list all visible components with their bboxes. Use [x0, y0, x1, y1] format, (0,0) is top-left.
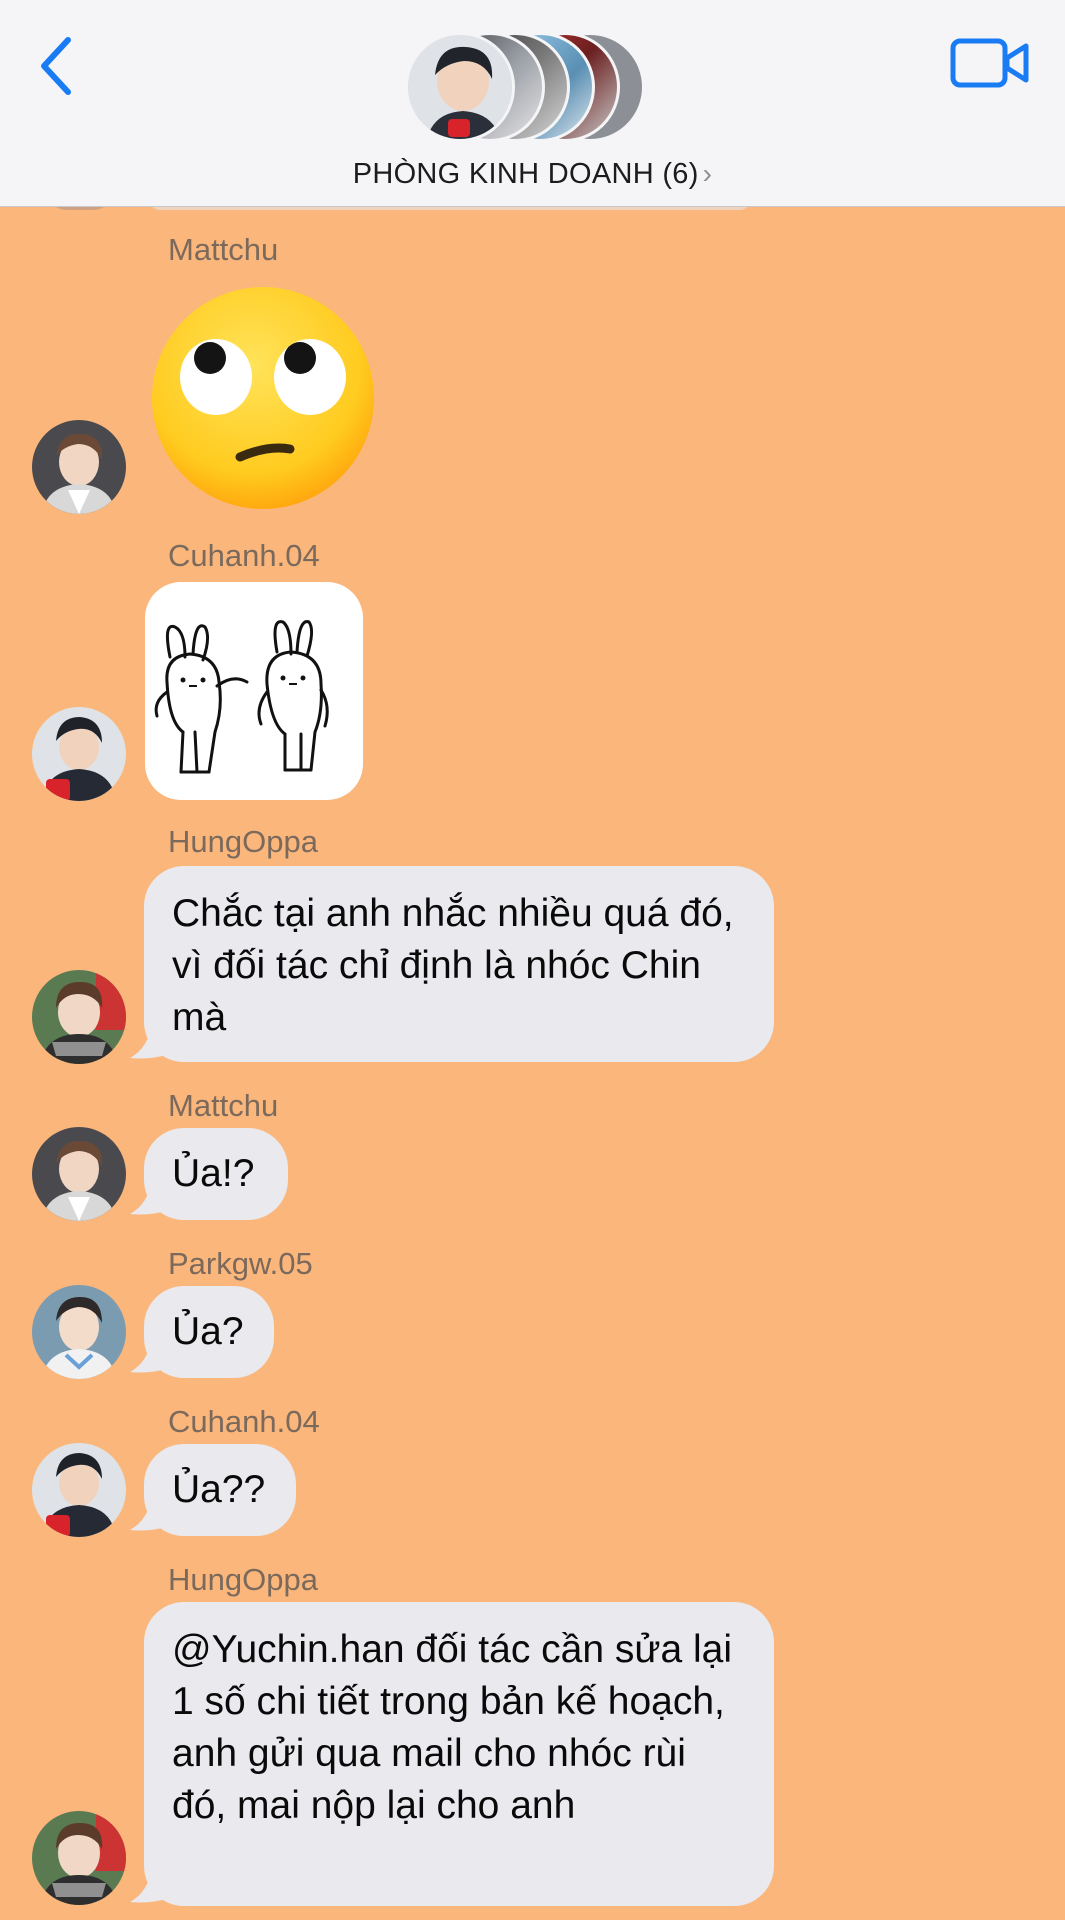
group-title[interactable]: PHÒNG KINH DOANH (6) › — [0, 158, 1065, 191]
bunny-sticker[interactable] — [145, 582, 363, 800]
group-name: PHÒNG KINH DOANH (6) — [352, 158, 699, 190]
sender-name: HungOppa — [168, 1562, 318, 1597]
chevron-right-icon: › — [702, 158, 713, 189]
sender-name: Mattchu — [168, 1088, 279, 1123]
avatar[interactable] — [32, 1285, 126, 1379]
sender-name: Cuhanh.04 — [168, 1404, 320, 1439]
sender-name: Cuhanh.04 — [168, 538, 320, 573]
chat-header: PHÒNG KINH DOANH (6) › — [0, 0, 1065, 207]
sender-name: HungOppa — [168, 824, 318, 859]
avatar[interactable] — [32, 970, 126, 1064]
group-avatar-stack[interactable] — [405, 32, 665, 144]
avatar[interactable] — [32, 1127, 126, 1221]
message-bubble[interactable]: Ủa? — [144, 1286, 274, 1378]
message-bubble[interactable]: Chắc tại anh nhắc nhiều quá đó, vì đối t… — [144, 866, 774, 1062]
back-chevron-icon[interactable] — [30, 30, 90, 100]
sender-name: Mattchu — [168, 232, 279, 267]
avatar[interactable] — [32, 707, 126, 801]
message-bubble[interactable]: Ủa?? — [144, 1444, 296, 1536]
avatar[interactable] — [32, 420, 126, 514]
message-bubble[interactable]: Ủa!? — [144, 1128, 288, 1220]
member-avatar — [405, 32, 515, 142]
avatar[interactable] — [32, 1443, 126, 1537]
message-bubble[interactable]: @Yuchin.han đối tác cần sửa lại 1 số chi… — [144, 1602, 774, 1906]
avatar[interactable] — [32, 1811, 126, 1905]
rolling-eyes-emoji[interactable] — [150, 285, 376, 511]
video-call-icon[interactable] — [950, 36, 1030, 90]
sender-name: Parkgw.05 — [168, 1246, 313, 1281]
